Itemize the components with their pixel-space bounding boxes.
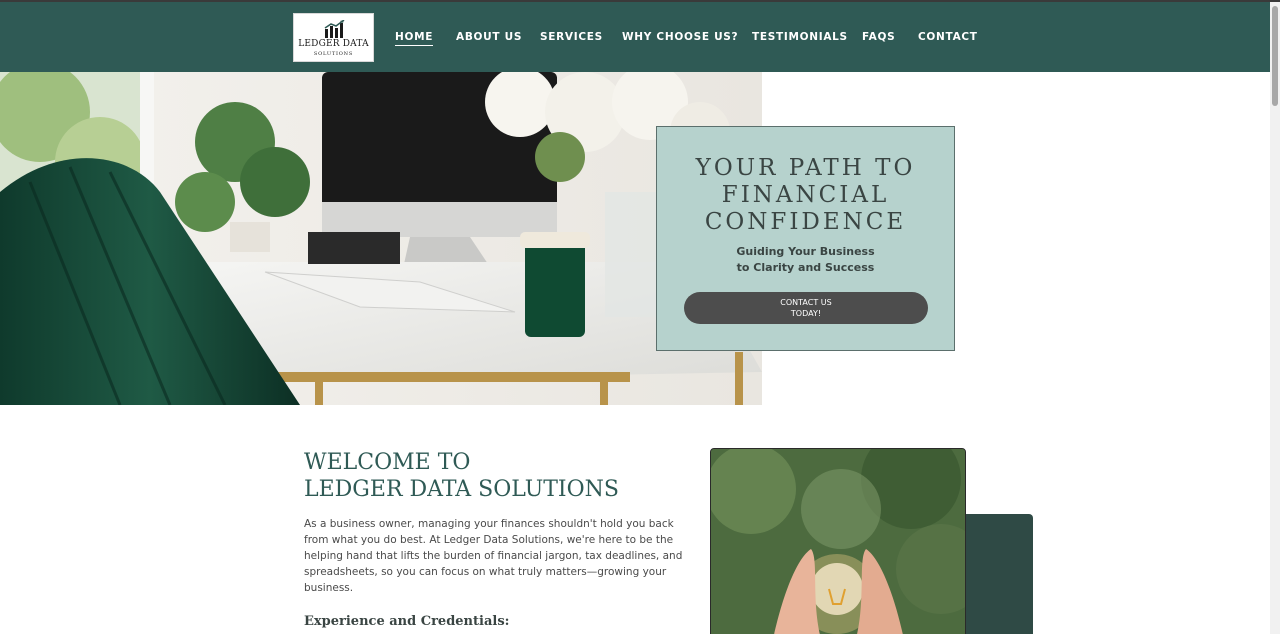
nav-testimonials[interactable]: TESTIMONIALS [752,31,848,43]
hero-image [0,72,762,405]
hero-title-line-1: YOUR PATH TO [695,155,916,181]
bar-chart-trend-icon [324,20,345,38]
hero-subtitle-line-1: Guiding Your Business [736,245,875,258]
welcome-body-text: As a business owner, managing your finan… [304,518,683,594]
site-header: LEDGER DATA SOLUTIONS HOME ABOUT US SERV… [0,2,1270,72]
nav-why-choose-us[interactable]: WHY CHOOSE US? [622,31,738,43]
nav-contact[interactable]: CONTACT [918,31,978,43]
hero-card: YOUR PATH TO FINANCIAL CONFIDENCE Guidin… [656,126,955,351]
hero-title-line-3: CONFIDENCE [704,209,907,235]
accent-block [962,514,1033,634]
site-logo[interactable]: LEDGER DATA SOLUTIONS [293,13,374,62]
lightbulb-hands-illustration [711,449,965,634]
logo-subtitle: SOLUTIONS [313,51,354,57]
welcome-title-line-2: LEDGER DATA SOLUTIONS [304,477,619,502]
nav-home[interactable]: HOME [395,31,434,46]
page-scrollbar[interactable] [1270,2,1280,634]
hero-desk-illustration [0,72,762,405]
hero-subtitle: Guiding Your Business to Clarity and Suc… [657,244,954,276]
lightbulb-hands-image [710,448,966,634]
experience-heading: Experience and Credentials: [304,614,510,629]
hero-title-line-2: FINANCIAL [721,182,890,208]
logo-title: LEDGER DATA [298,39,369,49]
contact-us-button-line-2: TODAY! [790,309,822,318]
contact-us-button[interactable]: CONTACT US TODAY! [684,292,928,324]
welcome-title-line-1: WELCOME TO [304,450,471,475]
nav-about-us[interactable]: ABOUT US [456,31,522,43]
scrollbar-thumb[interactable] [1272,6,1278,106]
nav-services[interactable]: SERVICES [540,31,603,43]
welcome-title: WELCOME TO LEDGER DATA SOLUTIONS [304,449,684,503]
nav-faqs[interactable]: FAQS [862,31,895,43]
hero-title: YOUR PATH TO FINANCIAL CONFIDENCE [657,155,954,236]
hero-subtitle-line-2: to Clarity and Success [736,261,875,274]
contact-us-button-line-1: CONTACT US [780,298,832,307]
